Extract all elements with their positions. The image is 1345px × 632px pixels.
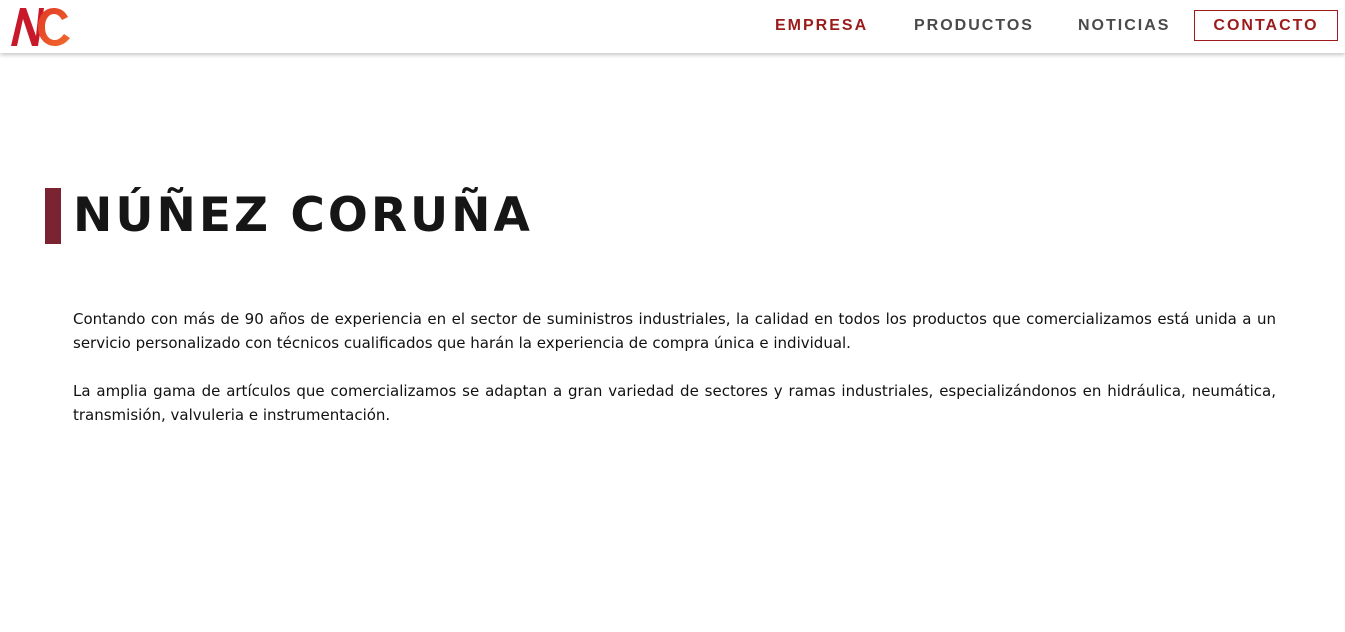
nav-noticias-link[interactable]: NOTICIAS <box>1078 16 1170 36</box>
contact-button[interactable]: CONTACTO <box>1194 10 1338 41</box>
nav-productos-link[interactable]: PRODUCTOS <box>914 16 1034 36</box>
nav-empresa-link[interactable]: EMPRESA <box>775 16 868 36</box>
site-header: EMPRESA PRODUCTOS NOTICIAS CONTACTO <box>0 0 1345 53</box>
intro-section: Contando con más de 90 años de experienc… <box>73 307 1276 451</box>
title-accent-bar <box>45 188 61 244</box>
page-title: NÚÑEZ CORUÑA <box>73 188 533 243</box>
main-navigation: EMPRESA PRODUCTOS NOTICIAS CONTACTO <box>0 0 1345 53</box>
intro-paragraph-1: Contando con más de 90 años de experienc… <box>73 310 1276 352</box>
intro-paragraph-2: La amplia gama de artículos que comercia… <box>73 382 1276 424</box>
